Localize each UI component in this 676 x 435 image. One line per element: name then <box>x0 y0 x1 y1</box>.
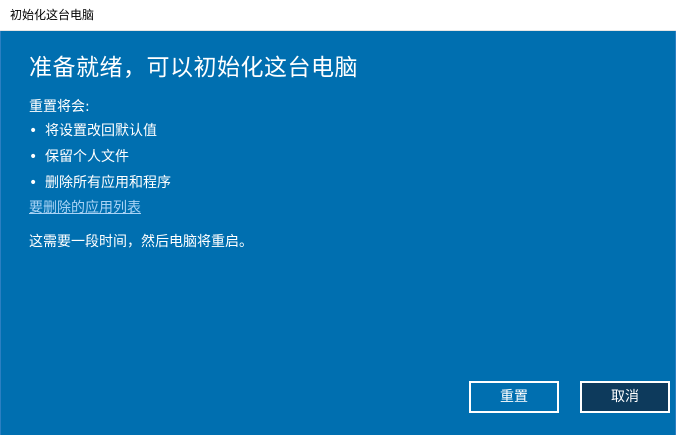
list-item-label: 删除所有应用和程序 <box>45 175 171 191</box>
bullet-icon: • <box>29 123 38 139</box>
list-item-label: 保留个人文件 <box>45 149 129 165</box>
content-panel: 准备就绪，可以初始化这台电脑 重置将会: • 将设置改回默认值 • 保留个人文件… <box>0 31 676 435</box>
bullet-icon: • <box>29 175 38 191</box>
page-title: 准备就绪，可以初始化这台电脑 <box>29 55 358 81</box>
list-item-label: 将设置改回默认值 <box>45 123 157 139</box>
window-title: 初始化这台电脑 <box>10 8 95 22</box>
bullet-icon: • <box>29 149 38 165</box>
section-label: 重置将会: <box>29 99 90 115</box>
reset-actions-list: • 将设置改回默认值 • 保留个人文件 • 删除所有应用和程序 <box>29 122 171 200</box>
restart-note: 这需要一段时间，然后电脑将重启。 <box>29 234 253 250</box>
title-bar: 初始化这台电脑 <box>0 0 676 31</box>
list-item: • 删除所有应用和程序 <box>29 174 171 200</box>
reset-button[interactable]: 重置 <box>469 381 559 413</box>
apps-to-remove-link[interactable]: 要删除的应用列表 <box>29 199 141 217</box>
reset-pc-window: 初始化这台电脑 准备就绪，可以初始化这台电脑 重置将会: • 将设置改回默认值 … <box>0 0 676 435</box>
list-item: • 保留个人文件 <box>29 148 171 174</box>
cancel-button[interactable]: 取消 <box>580 381 670 413</box>
list-item: • 将设置改回默认值 <box>29 122 171 148</box>
